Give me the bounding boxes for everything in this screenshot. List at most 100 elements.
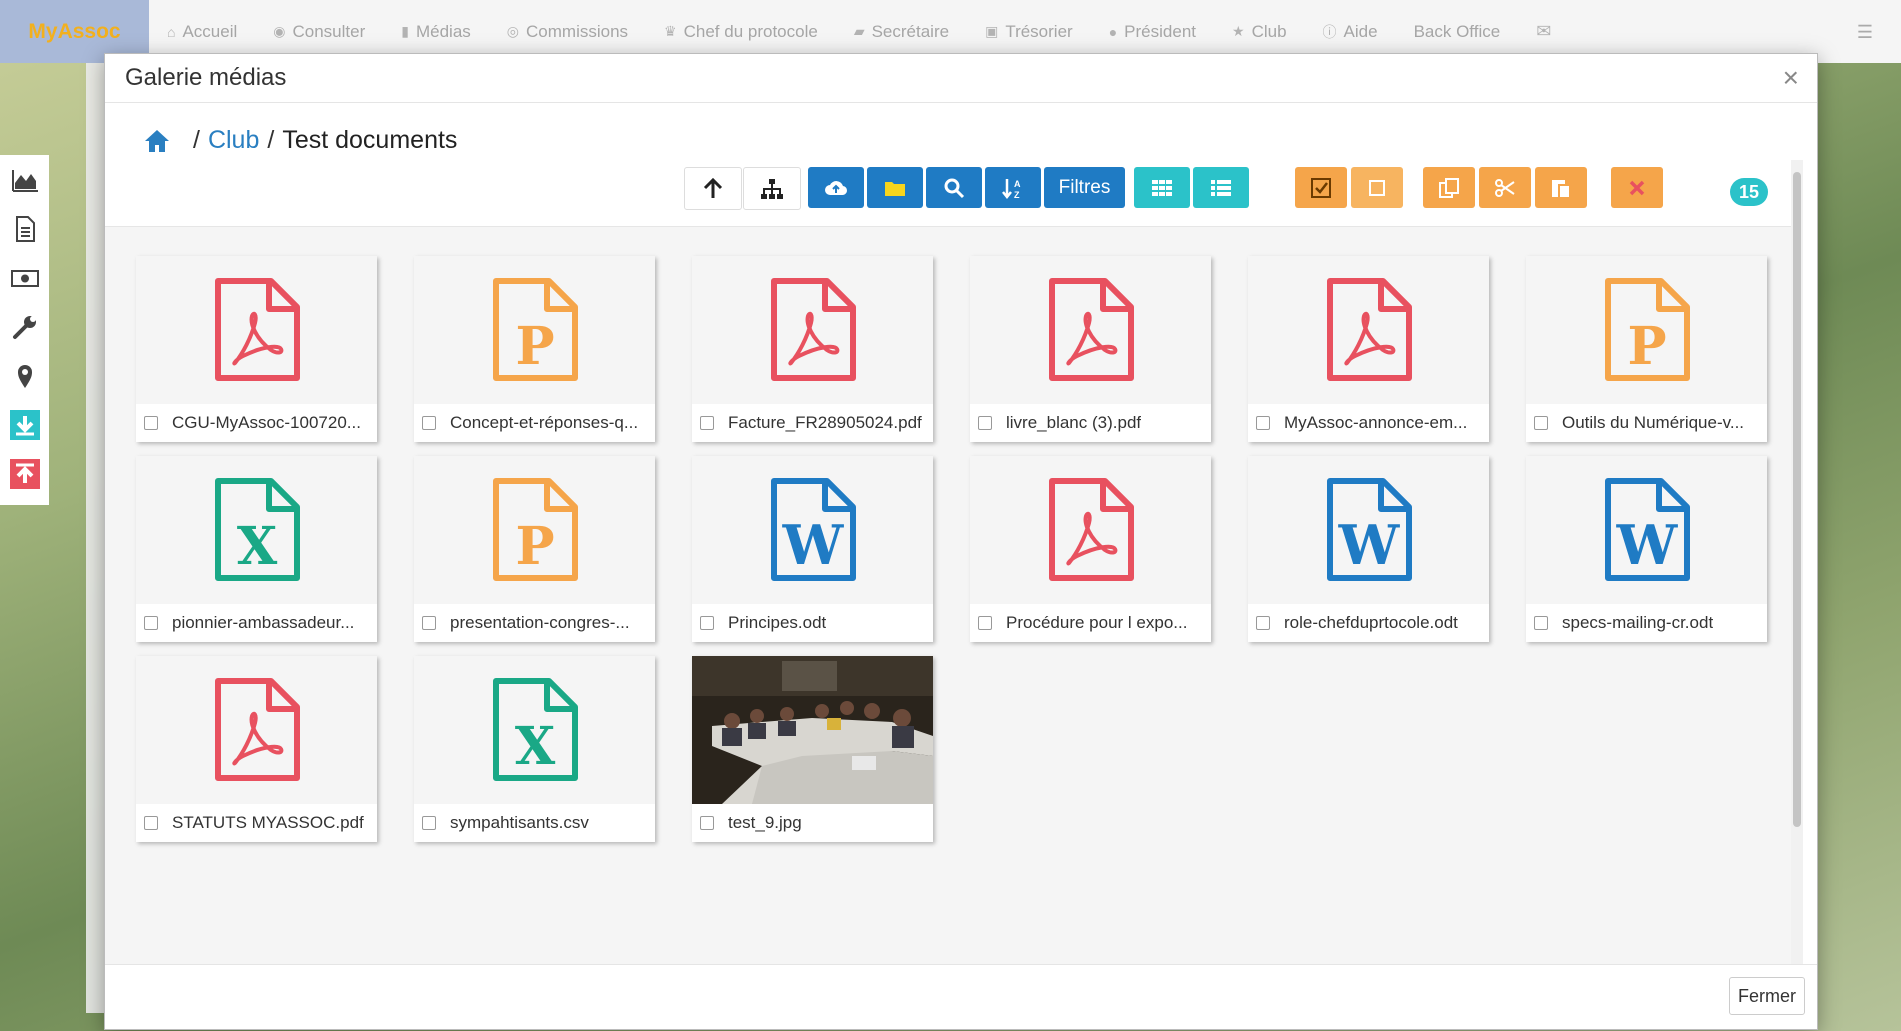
file-select-checkbox[interactable] (700, 616, 714, 630)
pdf-file-icon (1048, 278, 1134, 381)
file-card[interactable]: test_9.jpg (692, 656, 933, 842)
file-select-checkbox[interactable] (700, 816, 714, 830)
nav-chef-protocole[interactable]: ♛ Chef du protocole (664, 22, 818, 42)
file-select-checkbox[interactable] (1256, 416, 1270, 430)
file-card[interactable]: Ppresentation-congres-... (414, 456, 655, 642)
file-thumbnail[interactable]: P (1526, 256, 1767, 404)
file-card[interactable]: MyAssoc-annonce-em... (1248, 256, 1489, 442)
nav-back-office[interactable]: Back Office (1414, 22, 1501, 42)
file-card[interactable]: Xsympahtisants.csv (414, 656, 655, 842)
grid-view-button[interactable] (1134, 167, 1190, 208)
file-thumbnail[interactable]: X (136, 456, 377, 604)
nav-label: Consulter (292, 21, 366, 41)
scrollbar-thumb[interactable] (1793, 172, 1801, 827)
file-select-checkbox[interactable] (422, 416, 436, 430)
file-thumbnail[interactable] (970, 256, 1211, 404)
money-bill-icon[interactable] (0, 253, 49, 302)
nav-label: Aide (1343, 21, 1378, 41)
file-card[interactable]: Wrole-chefduprtocole.odt (1248, 456, 1489, 642)
file-select-checkbox[interactable] (700, 416, 714, 430)
breadcrumb-parent-link[interactable]: Club (208, 126, 259, 155)
list-view-button[interactable] (1193, 167, 1249, 208)
file-select-checkbox[interactable] (978, 416, 992, 430)
file-select-checkbox[interactable] (144, 816, 158, 830)
file-card[interactable]: P Outils du Numérique-v... (1526, 256, 1767, 442)
file-caption: sympahtisants.csv (414, 804, 655, 842)
delete-button[interactable] (1611, 167, 1663, 208)
ppt-file-icon: P (492, 278, 578, 381)
file-card[interactable]: Facture_FR28905024.pdf (692, 256, 933, 442)
envelope-icon[interactable]: ✉ (1536, 21, 1551, 42)
file-card[interactable]: livre_blanc (3).pdf (970, 256, 1211, 442)
file-card[interactable]: Xpionnier-ambassadeur... (136, 456, 377, 642)
close-button[interactable]: Fermer (1729, 977, 1805, 1015)
media-gallery-modal: Galerie médias × / Club / Test documents… (104, 53, 1818, 1030)
file-thumbnail[interactable] (692, 656, 933, 804)
hamburger-menu-icon[interactable]: ☰ (1857, 22, 1873, 43)
file-name: Facture_FR28905024.pdf (728, 413, 922, 432)
file-select-checkbox[interactable] (422, 816, 436, 830)
file-thumbnail[interactable]: P (414, 456, 655, 604)
file-select-checkbox[interactable] (422, 616, 436, 630)
file-thumbnail[interactable] (692, 256, 933, 404)
nav-secretaire[interactable]: ▰ Secrétaire (854, 22, 949, 42)
upload-button[interactable] (808, 167, 864, 208)
select-all-button[interactable] (1295, 167, 1347, 208)
sort-button[interactable]: AZ (985, 167, 1041, 208)
file-select-checkbox[interactable] (978, 616, 992, 630)
cut-button[interactable] (1479, 167, 1531, 208)
deselect-all-button[interactable] (1351, 167, 1403, 208)
parent-folder-button[interactable] (684, 167, 742, 210)
file-card[interactable]: Procédure pour l expo... (970, 456, 1211, 642)
file-thumbnail[interactable] (136, 656, 377, 804)
download-icon[interactable] (0, 400, 49, 449)
breadcrumb-current: Test documents (282, 126, 458, 154)
paste-button[interactable] (1535, 167, 1587, 208)
file-thumbnail[interactable] (970, 456, 1211, 604)
new-folder-button[interactable] (867, 167, 923, 208)
nav-president[interactable]: ● Président (1109, 22, 1196, 42)
nav-accueil[interactable]: ⌂ Accueil (167, 22, 237, 42)
home-icon: ⌂ (167, 23, 176, 40)
file-select-checkbox[interactable] (144, 616, 158, 630)
file-select-checkbox[interactable] (1534, 616, 1548, 630)
close-icon[interactable]: × (1783, 62, 1799, 94)
file-card[interactable]: P Concept-et-réponses-q... (414, 256, 655, 442)
nav-club[interactable]: ★ Club (1232, 22, 1287, 42)
map-marker-icon[interactable] (0, 351, 49, 400)
chart-area-icon[interactable] (0, 155, 49, 204)
folder-tree-button[interactable] (743, 167, 801, 210)
search-button[interactable] (926, 167, 982, 208)
file-thumbnail[interactable]: W (1248, 456, 1489, 604)
file-select-checkbox[interactable] (1534, 416, 1548, 430)
background-panel-edge (86, 63, 106, 1013)
file-thumbnail[interactable]: X (414, 656, 655, 804)
file-thumbnail[interactable] (136, 256, 377, 404)
file-name: Outils du Numérique-v... (1562, 413, 1745, 432)
upload-icon[interactable] (0, 449, 49, 498)
nav-medias[interactable]: ▮ Médias (401, 22, 471, 42)
filters-button[interactable]: Filtres (1044, 167, 1125, 208)
home-icon[interactable] (143, 127, 171, 155)
nav-commissions[interactable]: ◎ Commissions (507, 22, 628, 42)
file-thumbnail[interactable]: W (692, 456, 933, 604)
file-thumbnail[interactable]: P (414, 256, 655, 404)
document-icon[interactable] (0, 204, 49, 253)
nav-tresorier[interactable]: ▣ Trésorier (985, 22, 1073, 42)
vertical-scrollbar[interactable] (1791, 160, 1803, 1015)
copy-button[interactable] (1423, 167, 1475, 208)
file-select-checkbox[interactable] (144, 416, 158, 430)
svg-text:W: W (781, 513, 844, 577)
svg-text:A: A (1014, 179, 1021, 189)
file-card[interactable]: CGU-MyAssoc-100720... (136, 256, 377, 442)
file-thumbnail[interactable] (1248, 256, 1489, 404)
file-card[interactable]: Wspecs-mailing-cr.odt (1526, 456, 1767, 642)
file-card[interactable]: W Principes.odt (692, 456, 933, 642)
nav-aide[interactable]: ⓘ Aide (1323, 22, 1378, 42)
wrench-icon[interactable] (0, 302, 49, 351)
file-select-checkbox[interactable] (1256, 616, 1270, 630)
file-thumbnail[interactable]: W (1526, 456, 1767, 604)
file-name: Concept-et-réponses-q... (450, 413, 639, 432)
file-card[interactable]: STATUTS MYASSOC.pdf (136, 656, 377, 842)
nav-consulter[interactable]: ◉ Consulter (273, 22, 365, 42)
